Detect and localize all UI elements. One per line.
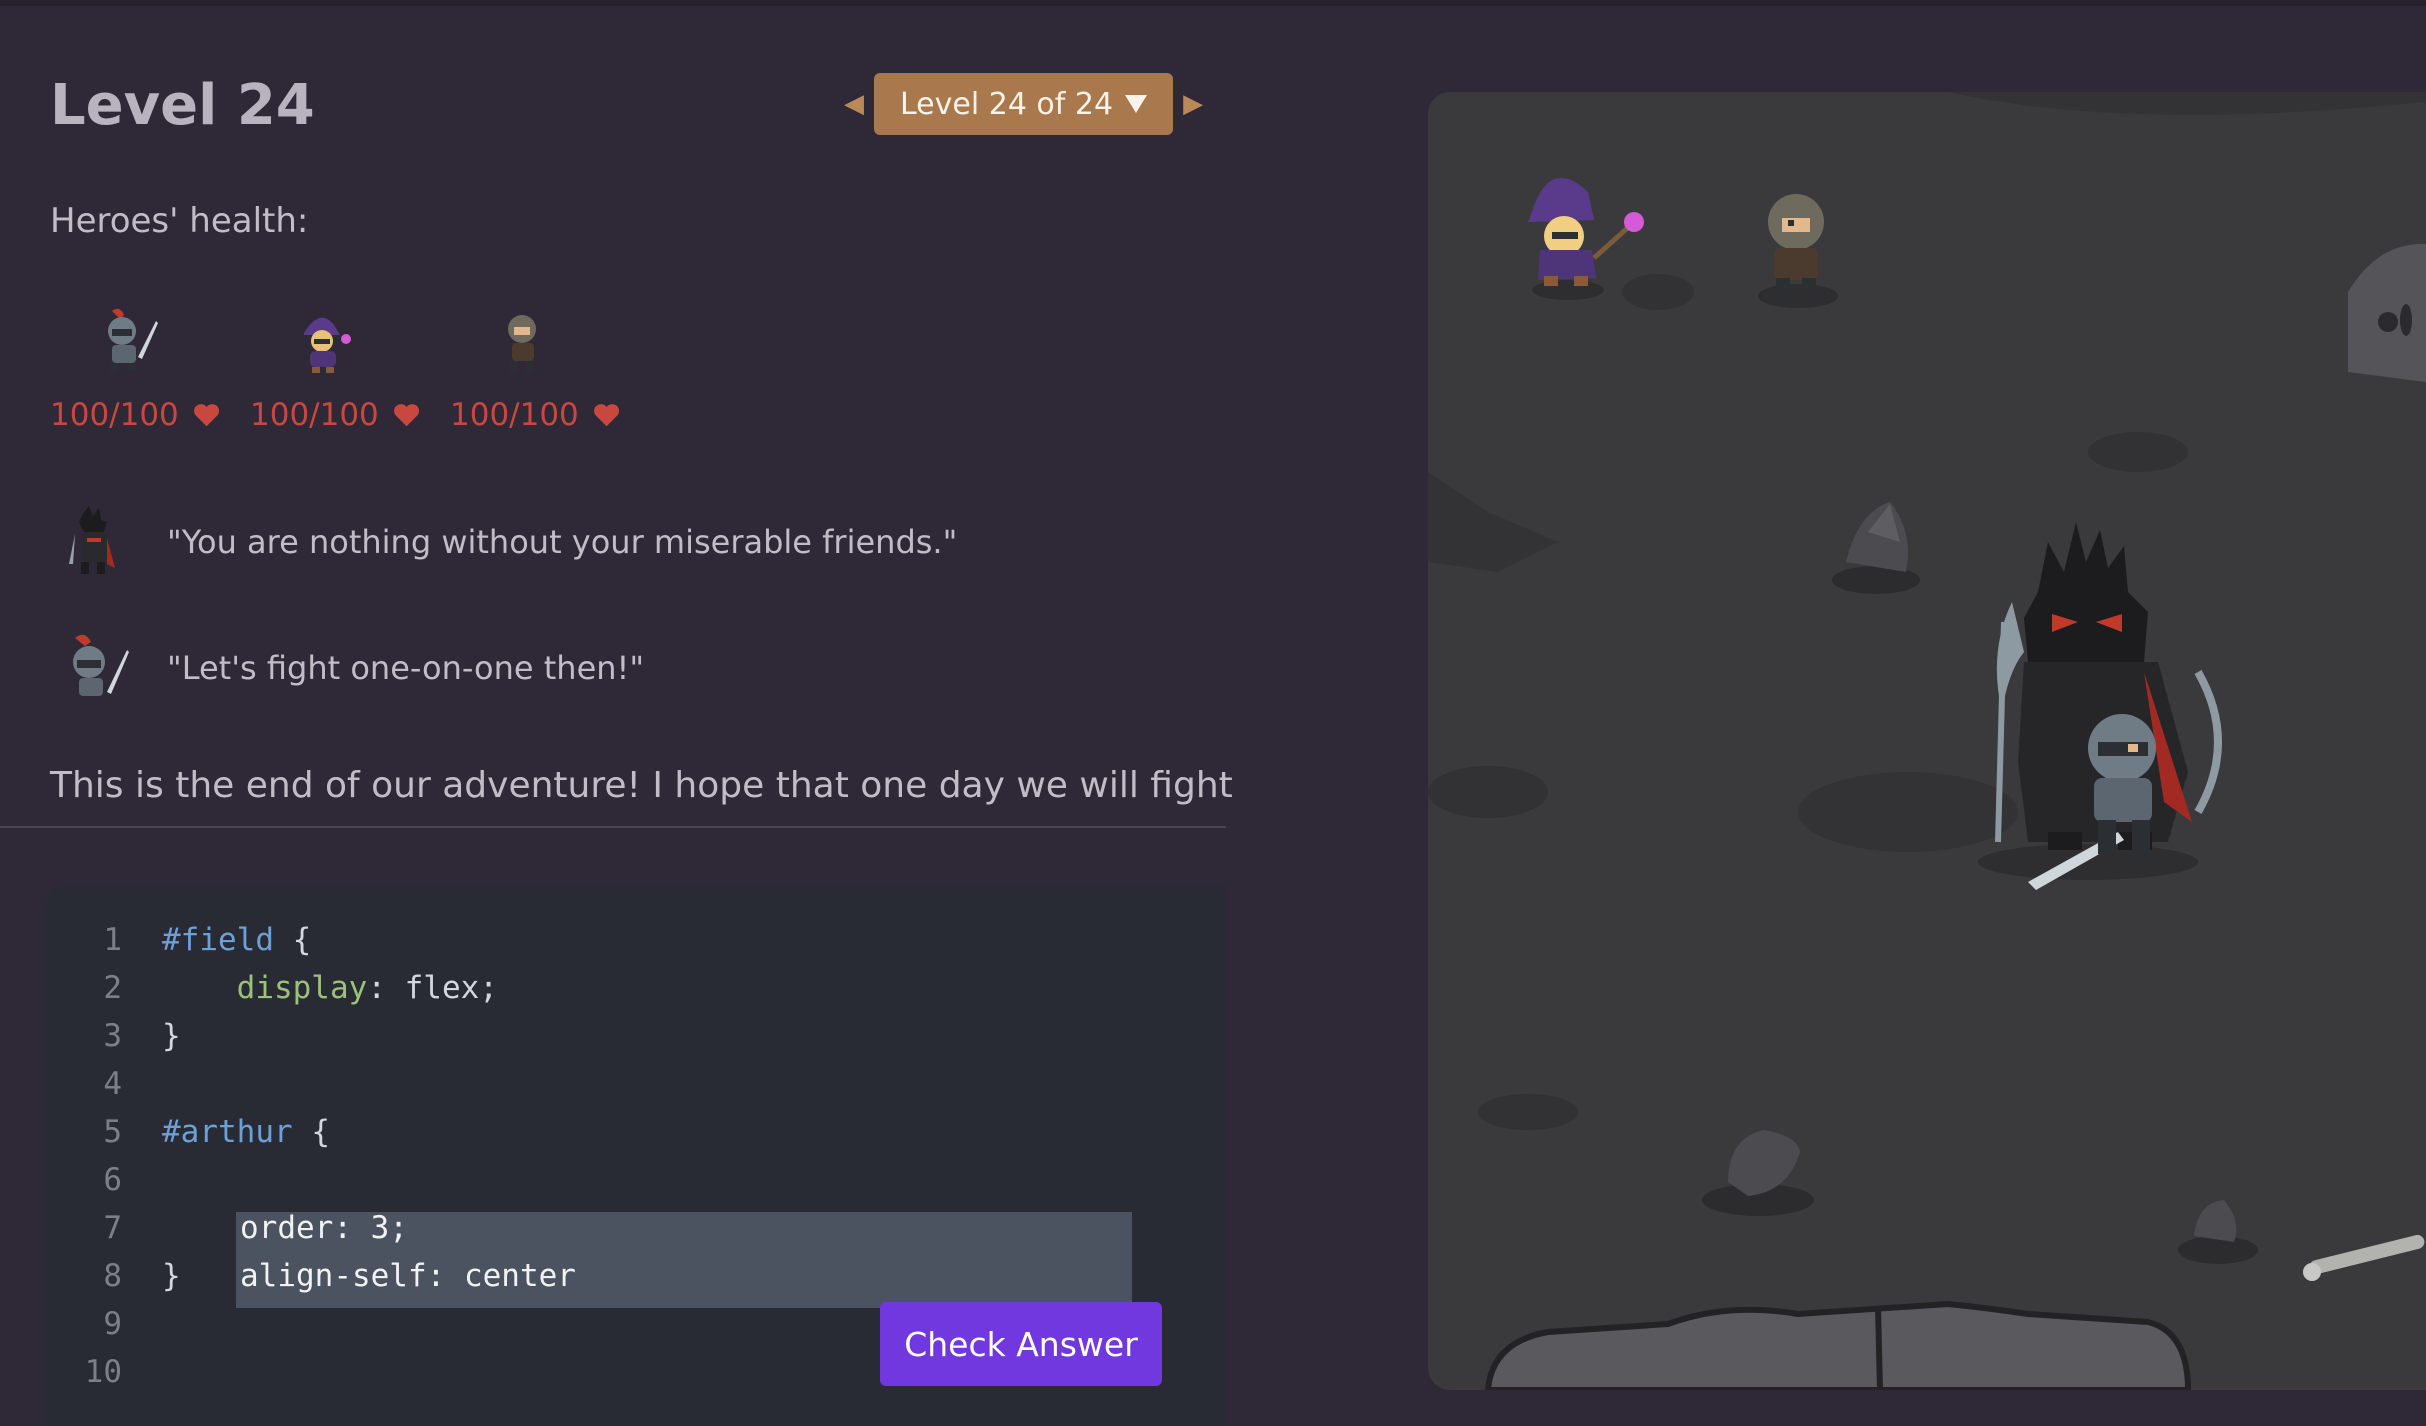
dialog-line-knight: "Let's fight one-on-one then!" [55,630,644,706]
next-level-icon[interactable]: ▶ [1173,89,1213,119]
line-number: 3 [103,1018,122,1054]
story-text: This is the end of our adventure! I hope… [50,765,1233,806]
line-number: 6 [103,1162,122,1198]
rock-icon [1832,502,1920,594]
level-navigation: ◀ Level 24 of 24 ▶ [834,73,1213,135]
level-selector-label: Level 24 of 24 [900,86,1114,122]
hero-hp-value: 100/100 [450,397,579,433]
code-line: #field { [162,922,312,958]
hero-health-list: 100/100 100/100 100/100 [50,305,620,433]
instructions-panel: Level 24 ◀ Level 24 of 24 ▶ Heroes' heal… [0,0,1233,1426]
line-number: 5 [103,1114,122,1150]
answer-line[interactable]: align-self: center [240,1258,576,1294]
hero-hp-value: 100/100 [250,397,379,433]
heart-icon [193,404,219,427]
rogue-sprite-icon [508,315,536,371]
heart-icon [593,404,619,427]
battlefield-scene [1428,92,2426,1390]
line-number: 8 [103,1258,122,1294]
rock-icon [2178,1200,2258,1264]
dialog-text: "Let's fight one-on-one then!" [167,649,645,687]
hero-hp-value: 100/100 [50,397,179,433]
check-answer-button[interactable]: Check Answer [880,1302,1162,1386]
code-line: } [162,1018,181,1054]
knight-avatar-icon [73,634,129,696]
dialog-line-villain: "You are nothing without your miserable … [55,504,957,580]
line-number: 1 [103,922,122,958]
line-number: 2 [103,970,122,1006]
line-number: 4 [103,1066,122,1102]
rock-icon [1702,1130,1814,1216]
page-title: Level 24 [50,73,315,138]
line-number: 10 [84,1354,122,1390]
heart-icon [393,404,419,427]
skull-icon [2348,243,2426,382]
code-line: display: flex; [162,970,498,1006]
level-selector-button[interactable]: Level 24 of 24 [874,73,1174,135]
line-number: 9 [103,1306,122,1342]
dropdown-triangle-icon [1125,95,1148,113]
knight-sprite-icon [108,308,158,371]
wizard-sprite-icon [304,317,351,373]
prev-level-icon[interactable]: ◀ [834,89,874,119]
rogue-hero-sprite [1758,194,1838,308]
line-number: 7 [103,1210,122,1246]
health-label: Heroes' health: [50,201,309,241]
answer-line[interactable]: order: 3; [240,1210,408,1246]
wizard-hero-sprite [1528,177,1644,300]
code-line: } [162,1258,181,1294]
dialog-text: "You are nothing without your miserable … [167,523,958,561]
code-line: #arthur { [162,1114,330,1150]
game-field [1428,92,2426,1390]
dark-knight-avatar-icon [69,506,115,574]
hero-health-rogue: 100/100 [450,305,620,433]
bone-icon [2303,1234,2425,1281]
hero-health-wizard: 100/100 [250,305,420,433]
hero-health-knight: 100/100 [50,305,220,433]
divider [0,826,1226,828]
